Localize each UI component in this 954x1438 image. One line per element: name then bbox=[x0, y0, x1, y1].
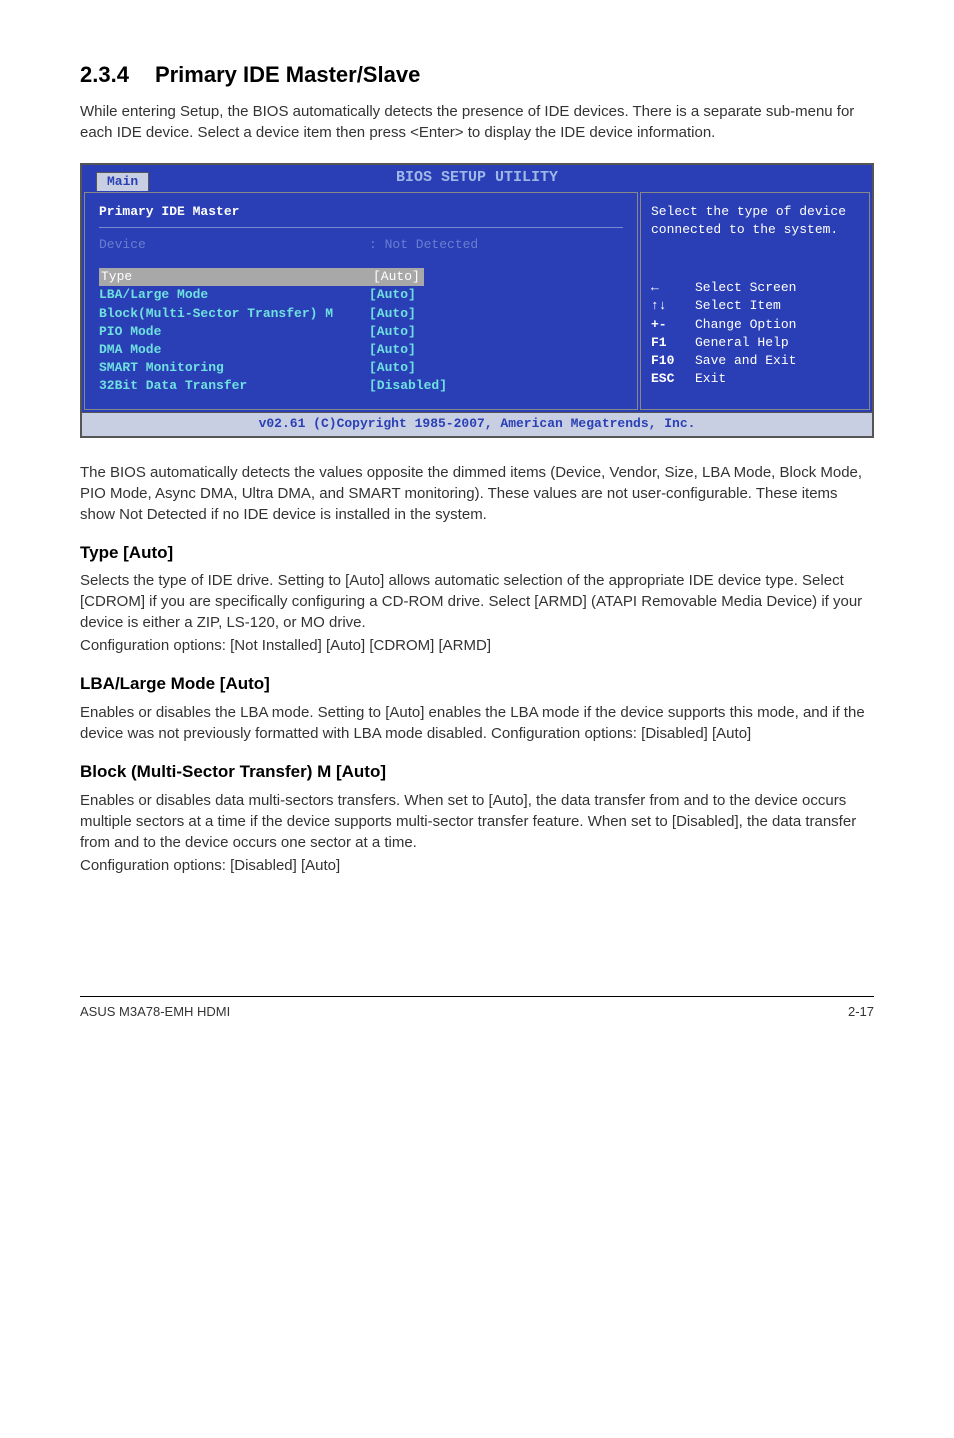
bios-setting-row[interactable]: LBA/Large Mode [Auto] bbox=[99, 286, 623, 304]
bios-setting-value: [Auto] bbox=[369, 359, 416, 377]
bios-key: +- bbox=[651, 316, 695, 334]
bios-tab-main[interactable]: Main bbox=[96, 172, 149, 191]
bios-setting-label: SMART Monitoring bbox=[99, 359, 369, 377]
bios-setting-row[interactable]: SMART Monitoring [Auto] bbox=[99, 359, 623, 377]
bios-device-row: Device : Not Detected bbox=[99, 236, 623, 254]
bios-setting-value: [Auto] bbox=[369, 305, 416, 323]
block-paragraph-1: Enables or disables data multi-sectors t… bbox=[80, 790, 874, 853]
after-bios-paragraph: The BIOS automatically detects the value… bbox=[80, 462, 874, 525]
bios-key-row: F1General Help bbox=[651, 334, 859, 352]
bios-key-action: General Help bbox=[695, 334, 789, 352]
bios-key-action: Select Item bbox=[695, 297, 781, 315]
section-heading: 2.3.4 Primary IDE Master/Slave bbox=[80, 60, 874, 91]
bios-setting-row[interactable]: Type [Auto] bbox=[99, 268, 623, 286]
bios-right-panel: Select the type of device connected to t… bbox=[640, 192, 870, 411]
bios-screenshot: Main BIOS SETUP UTILITY Primary IDE Mast… bbox=[80, 163, 874, 438]
section-number: 2.3.4 bbox=[80, 60, 129, 91]
bios-setting-label: PIO Mode bbox=[99, 323, 369, 341]
bios-key-action: Exit bbox=[695, 370, 726, 388]
bios-key-action: Change Option bbox=[695, 316, 796, 334]
bios-titlebar: Main BIOS SETUP UTILITY bbox=[82, 165, 872, 190]
lba-paragraph: Enables or disables the LBA mode. Settin… bbox=[80, 702, 874, 744]
type-heading: Type [Auto] bbox=[80, 541, 874, 565]
section-title: Primary IDE Master/Slave bbox=[155, 62, 420, 87]
lba-heading: LBA/Large Mode [Auto] bbox=[80, 672, 874, 696]
bios-help-text: Select the type of device connected to t… bbox=[651, 203, 859, 239]
bios-setting-label: DMA Mode bbox=[99, 341, 369, 359]
bios-key-row: ←Select Screen bbox=[651, 279, 859, 297]
bios-footer: v02.61 (C)Copyright 1985-2007, American … bbox=[82, 412, 872, 435]
bios-setting-value: [Auto] bbox=[369, 323, 416, 341]
bios-device-value: : Not Detected bbox=[369, 236, 478, 254]
bios-setting-value: [Disabled] bbox=[369, 377, 447, 395]
bios-key-legend: ←Select Screen ↑↓Select Item +-Change Op… bbox=[651, 279, 859, 388]
bios-setting-label: 32Bit Data Transfer bbox=[99, 377, 369, 395]
bios-key-row: ↑↓Select Item bbox=[651, 297, 859, 315]
bios-key-row: +-Change Option bbox=[651, 316, 859, 334]
bios-key-row: ESCExit bbox=[651, 370, 859, 388]
bios-key: F1 bbox=[651, 334, 695, 352]
bios-key: ESC bbox=[651, 370, 695, 388]
bios-device-label: Device bbox=[99, 236, 369, 254]
block-paragraph-2: Configuration options: [Disabled] [Auto] bbox=[80, 855, 874, 876]
bios-title: BIOS SETUP UTILITY bbox=[396, 169, 558, 186]
bios-left-panel: Primary IDE Master Device : Not Detected… bbox=[84, 192, 638, 411]
block-heading: Block (Multi-Sector Transfer) M [Auto] bbox=[80, 760, 874, 784]
bios-setting-value: [Auto] bbox=[369, 286, 416, 304]
divider bbox=[99, 227, 623, 228]
bios-key-action: Select Screen bbox=[695, 279, 796, 297]
arrow-updown-icon: ↑↓ bbox=[651, 297, 695, 315]
bios-key-row: F10Save and Exit bbox=[651, 352, 859, 370]
bios-setting-label: Block(Multi-Sector Transfer) M bbox=[99, 305, 369, 323]
bios-setting-row[interactable]: Block(Multi-Sector Transfer) M [Auto] bbox=[99, 305, 623, 323]
type-paragraph-1: Selects the type of IDE drive. Setting t… bbox=[80, 570, 874, 633]
footer-left: ASUS M3A78-EMH HDMI bbox=[80, 1003, 230, 1021]
page-footer: ASUS M3A78-EMH HDMI 2-17 bbox=[80, 996, 874, 1021]
bios-setting-value: [Auto] bbox=[369, 341, 416, 359]
section-intro: While entering Setup, the BIOS automatic… bbox=[80, 101, 874, 143]
arrow-left-icon: ← bbox=[651, 279, 695, 297]
type-paragraph-2: Configuration options: [Not Installed] [… bbox=[80, 635, 874, 656]
footer-right: 2-17 bbox=[848, 1003, 874, 1021]
bios-key: F10 bbox=[651, 352, 695, 370]
bios-setting-row[interactable]: 32Bit Data Transfer [Disabled] bbox=[99, 377, 623, 395]
bios-setting-value: [Auto] bbox=[369, 268, 424, 286]
bios-setting-label: LBA/Large Mode bbox=[99, 286, 369, 304]
bios-panel-title: Primary IDE Master bbox=[99, 203, 623, 221]
bios-setting-row[interactable]: DMA Mode [Auto] bbox=[99, 341, 623, 359]
bios-key-action: Save and Exit bbox=[695, 352, 796, 370]
bios-setting-row[interactable]: PIO Mode [Auto] bbox=[99, 323, 623, 341]
bios-setting-label: Type bbox=[101, 268, 367, 286]
